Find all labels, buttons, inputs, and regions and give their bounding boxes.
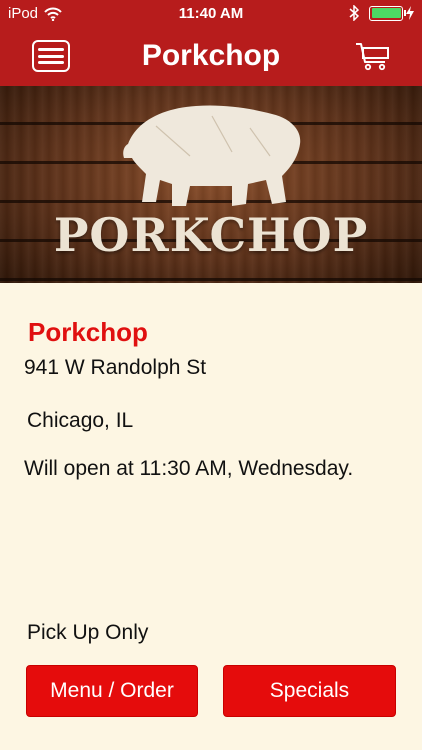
nav-bar: Porkchop	[0, 28, 422, 86]
charging-icon	[406, 6, 414, 20]
store-city: Chicago, IL	[27, 409, 134, 432]
shopping-cart-icon[interactable]	[354, 40, 392, 72]
status-right	[349, 5, 414, 21]
battery-icon	[369, 5, 403, 21]
banner-logo-text: PORKCHOP	[53, 208, 369, 262]
store-hours: Will open at 11:30 AM, Wednesday.	[24, 457, 354, 480]
store-address: 941 W Randolph St	[24, 356, 207, 379]
status-bar: iPod 11:40 AM	[0, 0, 422, 28]
store-name: Porkchop	[28, 317, 148, 347]
pickup-note: Pick Up Only	[27, 621, 149, 644]
menu-order-button[interactable]: Menu / Order	[26, 665, 198, 717]
store-info-panel: Porkchop 941 W Randolph St Chicago, IL W…	[0, 283, 422, 750]
specials-button[interactable]: Specials	[223, 665, 396, 717]
bluetooth-icon	[349, 5, 359, 21]
battery-fill	[371, 8, 401, 18]
hero-banner: PORKCHOP	[0, 86, 422, 283]
